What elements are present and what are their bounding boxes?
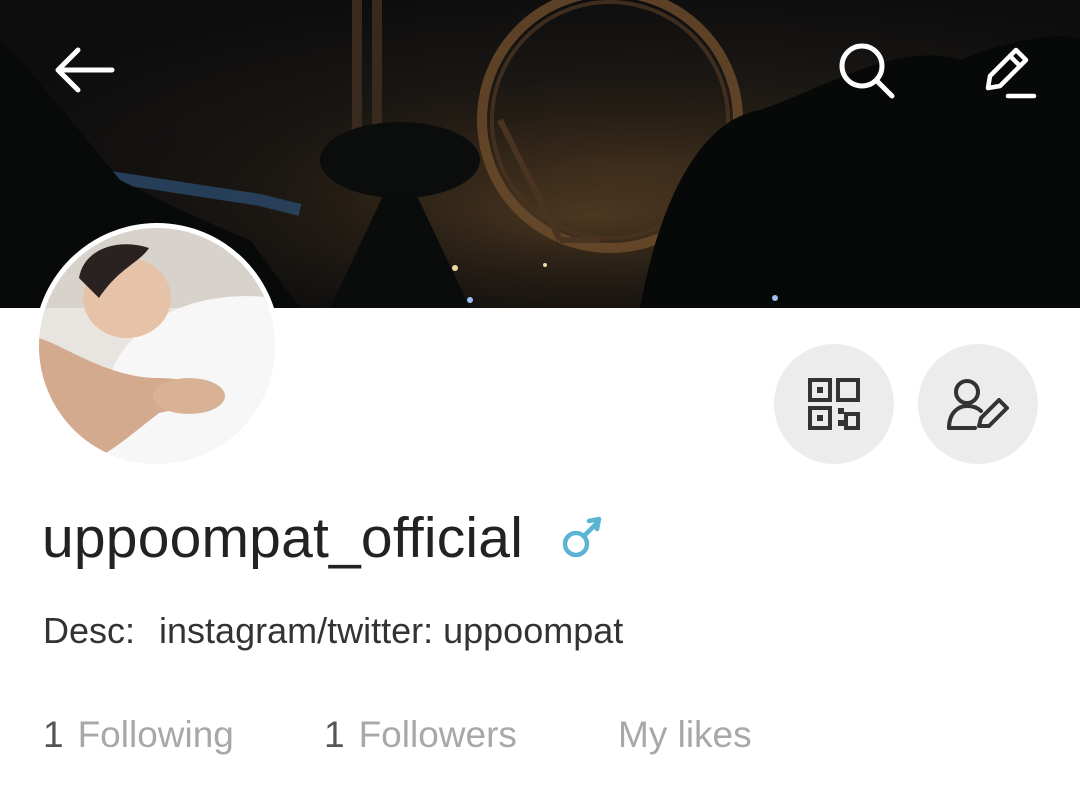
username: uppoompat_official xyxy=(42,506,524,570)
desc-value: instagram/twitter: uppoompat xyxy=(159,610,624,651)
qr-code-icon xyxy=(808,378,860,430)
search-icon xyxy=(839,43,895,99)
following-stat[interactable]: 1 Following xyxy=(43,714,234,756)
username-row: uppoompat_official xyxy=(42,503,605,573)
my-likes-tab[interactable]: My likes xyxy=(618,714,752,756)
followers-label: Followers xyxy=(358,714,517,755)
my-likes-label: My likes xyxy=(618,714,752,755)
back-button[interactable] xyxy=(44,30,124,110)
qr-code-button[interactable] xyxy=(774,344,894,464)
user-edit-icon xyxy=(947,379,1009,430)
edit-profile-button[interactable] xyxy=(918,344,1038,464)
male-icon xyxy=(562,516,602,558)
arrow-left-icon xyxy=(55,47,115,93)
gender-indicator xyxy=(559,515,605,561)
desc-label: Desc: xyxy=(43,610,136,651)
avatar[interactable] xyxy=(34,223,280,469)
followers-count: 1 xyxy=(324,714,345,755)
profile-description: Desc: instagram/twitter: uppoompat xyxy=(43,610,623,652)
profile-photo xyxy=(39,228,275,464)
following-label: Following xyxy=(77,714,234,755)
following-count: 1 xyxy=(43,714,64,755)
edit-button[interactable] xyxy=(966,30,1046,110)
search-button[interactable] xyxy=(826,30,906,110)
followers-stat[interactable]: 1 Followers xyxy=(324,714,517,756)
pencil-icon xyxy=(985,47,1037,99)
avatar-image xyxy=(39,228,275,464)
